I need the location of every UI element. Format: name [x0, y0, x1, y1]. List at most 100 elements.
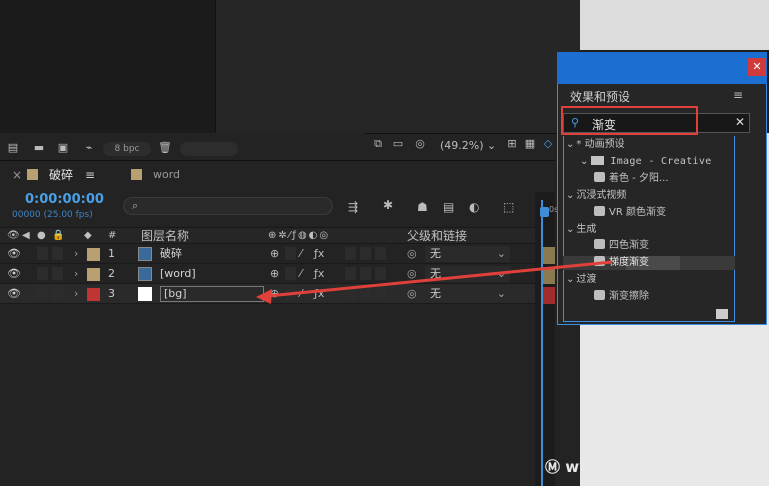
column-parent-link[interactable]: 父级和链接	[407, 229, 467, 243]
expand-chevron-icon[interactable]: ›	[74, 247, 78, 261]
shy-icon[interactable]: ☗	[417, 200, 428, 214]
monitor-icon[interactable]: ▭	[391, 138, 405, 150]
layer-label-swatch[interactable]	[87, 288, 100, 301]
lock-toggle[interactable]	[52, 287, 63, 300]
chevron-down-icon[interactable]: ⌄	[566, 139, 574, 150]
label-icon[interactable]: ◆	[84, 229, 92, 243]
transparency-icon[interactable]: ▦	[523, 138, 537, 150]
tab-menu-icon[interactable]: ≡	[85, 167, 95, 183]
composition-viewer[interactable]	[215, 0, 580, 133]
layer-bar-1[interactable]	[543, 247, 555, 264]
collapse-switch[interactable]	[285, 267, 296, 280]
effect-item[interactable]: VR 颜色渐变	[594, 205, 666, 220]
trash-icon[interactable]: 🗑	[158, 142, 172, 154]
effects-switch-icon[interactable]: ƒx	[314, 287, 324, 301]
quality-switch-icon[interactable]: ⁄	[300, 267, 302, 281]
chevron-down-icon[interactable]: ⌄	[566, 274, 574, 285]
layer-row[interactable]: 👁 › 1 破碎 ⊕ ⁄ ƒx ◎ 无 ⌄	[0, 244, 535, 264]
effect-item[interactable]: 梯度渐变	[594, 256, 649, 270]
tab-word[interactable]: word	[153, 167, 180, 183]
new-folder-icon[interactable]	[716, 309, 728, 319]
layer-search-input[interactable]: ⌕	[123, 197, 333, 215]
effects-switch-icon[interactable]: ƒx	[314, 247, 324, 261]
pickwhip-icon[interactable]: ◎	[407, 287, 417, 301]
effects-switch-icon[interactable]: ƒx	[314, 267, 324, 281]
tree-folder[interactable]: ⌄ * 动画预设	[566, 138, 625, 152]
quality-switch-icon[interactable]: ⁄	[300, 247, 302, 261]
lock-icon[interactable]: 🔒	[52, 229, 64, 243]
adjustment-switch[interactable]	[375, 287, 386, 300]
expand-chevron-icon[interactable]: ›	[74, 267, 78, 281]
layer-bar-2[interactable]	[543, 267, 555, 284]
effect-item[interactable]: 四色渐变	[594, 239, 649, 253]
visibility-eye-icon[interactable]: 👁	[7, 267, 21, 281]
current-timecode[interactable]: 0:00:00:00	[25, 192, 104, 207]
region-icon[interactable]: ⊞	[505, 138, 519, 150]
audio-icon[interactable]: ◀	[22, 229, 30, 243]
layer-row[interactable]: 👁 › 2 [word] ⊕ ⁄ ƒx ◎ 无 ⌄	[0, 264, 535, 284]
layer-label-swatch[interactable]	[87, 268, 100, 281]
motion-blur-switch[interactable]	[360, 267, 371, 280]
column-layer-name[interactable]: 图层名称	[141, 229, 189, 243]
tab-close-icon[interactable]: ×	[12, 167, 22, 183]
pickwhip-icon[interactable]: ◎	[407, 267, 417, 281]
solo-toggle[interactable]	[37, 287, 48, 300]
frame-blend-icon[interactable]: ▤	[443, 200, 454, 214]
lock-toggle[interactable]	[52, 247, 63, 260]
video-eye-icon[interactable]: 👁	[7, 229, 20, 243]
zoom-dropdown[interactable]: (49.2%) ⌄	[440, 138, 506, 154]
collapse-switch[interactable]	[285, 247, 296, 260]
layer-bar-3[interactable]	[543, 287, 555, 304]
draft-3d-icon[interactable]: ✱	[383, 198, 393, 212]
effect-item[interactable]: 着色 - 夕阳...	[594, 171, 669, 186]
graph-editor-icon[interactable]: ⬚	[503, 200, 514, 214]
thumbnail-slider[interactable]	[180, 142, 238, 156]
layer-row[interactable]: 👁 › 3 [bg] ⊕ ⁄ ƒx ◎ 无 ⌄	[0, 284, 535, 304]
parent-dropdown[interactable]: 无 ⌄	[425, 246, 510, 262]
pickwhip-icon[interactable]: ◎	[407, 247, 417, 261]
layer-name[interactable]: 破碎	[160, 247, 182, 261]
shy-switch-icon[interactable]: ⊕	[270, 287, 279, 301]
parent-dropdown[interactable]: 无 ⌄	[425, 286, 510, 302]
layer-name[interactable]: [bg]	[160, 286, 264, 302]
snapshot-icon[interactable]: ⧉	[371, 138, 385, 150]
collapse-switch[interactable]	[285, 287, 296, 300]
adjustment-switch[interactable]	[375, 247, 386, 260]
tree-folder[interactable]: ⌄ Image - Creative	[580, 155, 712, 169]
playhead-handle[interactable]	[540, 207, 549, 217]
clear-search-icon[interactable]: ✕	[735, 115, 745, 129]
chevron-down-icon[interactable]: ⌄	[566, 190, 574, 201]
visibility-eye-icon[interactable]: 👁	[7, 287, 21, 301]
tree-folder[interactable]: ⌄ 过渡	[566, 273, 596, 287]
frame-blend-switch[interactable]	[345, 287, 356, 300]
frame-blend-switch[interactable]	[345, 247, 356, 260]
mask-path-icon[interactable]: ◇	[541, 138, 555, 150]
tab-po-sui[interactable]: 破碎	[49, 167, 73, 183]
comp-flowchart-icon[interactable]: ⇶	[348, 200, 358, 214]
panel-titlebar[interactable]	[557, 52, 767, 84]
effect-item[interactable]: 渐变擦除	[594, 290, 649, 304]
quality-switch-icon[interactable]: ⁄	[300, 287, 302, 301]
mask-icon[interactable]: ◎	[413, 138, 427, 150]
time-ruler[interactable]	[535, 192, 555, 486]
interpret-footage-icon[interactable]: ▤	[6, 142, 20, 154]
shy-switch-icon[interactable]: ⊕	[270, 247, 279, 261]
solo-icon[interactable]: ●	[37, 229, 46, 243]
playhead[interactable]	[541, 200, 543, 486]
tree-folder[interactable]: ⌄ 沉浸式视频	[566, 189, 626, 203]
motion-blur-switch[interactable]	[360, 287, 371, 300]
chevron-down-icon[interactable]: ⌄	[580, 156, 588, 167]
bpc-indicator[interactable]: 8 bpc	[103, 142, 151, 156]
parent-dropdown[interactable]: 无 ⌄	[425, 266, 510, 282]
lock-toggle[interactable]	[52, 267, 63, 280]
chevron-down-icon[interactable]: ⌄	[566, 224, 574, 235]
close-button[interactable]: ✕	[748, 58, 766, 76]
folder-icon[interactable]: ▬	[32, 142, 46, 154]
layer-name[interactable]: [word]	[160, 267, 196, 281]
expand-chevron-icon[interactable]: ›	[74, 287, 78, 301]
frame-blend-switch[interactable]	[345, 267, 356, 280]
layer-label-swatch[interactable]	[87, 248, 100, 261]
visibility-eye-icon[interactable]: 👁	[7, 247, 21, 261]
solo-toggle[interactable]	[37, 247, 48, 260]
solo-toggle[interactable]	[37, 267, 48, 280]
